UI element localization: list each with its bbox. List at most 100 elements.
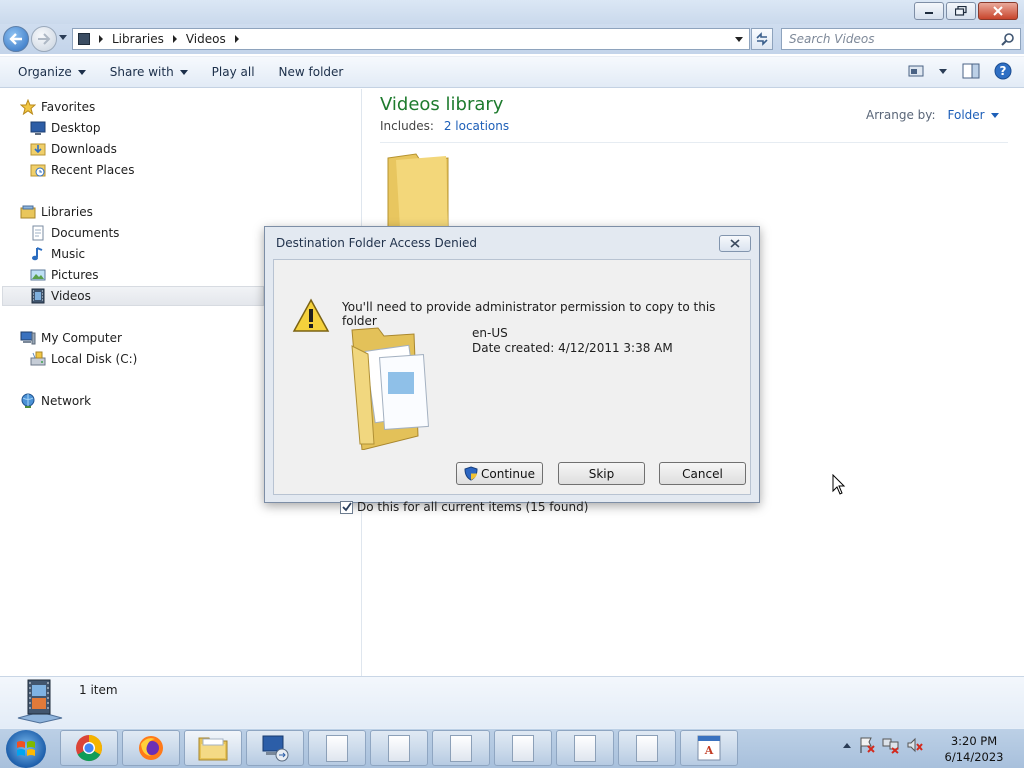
taskbar-firefox[interactable] — [122, 730, 180, 766]
nav-libraries[interactable]: Libraries — [20, 202, 93, 222]
libraries-icon — [20, 205, 36, 219]
share-with-menu[interactable]: Share with — [102, 65, 196, 79]
nav-libraries-label: Libraries — [41, 205, 93, 219]
svg-text:?: ? — [1000, 64, 1007, 78]
start-button[interactable] — [6, 730, 46, 768]
minimize-button[interactable] — [914, 2, 944, 20]
clock-time: 3:20 PM — [950, 734, 998, 748]
new-folder-button[interactable]: New folder — [271, 65, 352, 79]
back-button[interactable] — [3, 26, 29, 52]
close-window-button[interactable] — [978, 2, 1018, 20]
network-status-icon[interactable] — [882, 736, 900, 754]
organize-menu[interactable]: Organize — [10, 65, 94, 79]
continue-button[interactable]: Continue — [456, 462, 543, 485]
share-with-label: Share with — [109, 65, 174, 79]
nav-videos[interactable]: Videos — [2, 286, 264, 306]
library-title: Videos library — [380, 94, 504, 115]
forward-button[interactable] — [31, 26, 57, 52]
address-dropdown-icon[interactable] — [735, 37, 743, 42]
cancel-button[interactable]: Cancel — [659, 462, 746, 485]
taskbar-document-6[interactable] — [618, 730, 676, 766]
minimize-icon — [925, 12, 933, 14]
nav-favorites[interactable]: Favorites — [20, 97, 95, 117]
breadcrumb-separator-icon[interactable] — [99, 35, 103, 43]
nav-pictures-label: Pictures — [51, 268, 99, 282]
folder-documents-icon — [351, 327, 429, 450]
nav-documents[interactable]: Documents — [30, 223, 119, 243]
close-icon — [730, 239, 740, 248]
skip-button[interactable]: Skip — [558, 462, 645, 485]
action-center-flag-icon[interactable] — [858, 736, 876, 754]
new-folder-label: New folder — [278, 65, 344, 79]
access-denied-dialog: Destination Folder Access Denied You'll … — [264, 226, 760, 514]
show-hidden-icons-icon[interactable] — [842, 741, 852, 749]
taskbar-document-3[interactable] — [432, 730, 490, 766]
taskbar-network-app[interactable] — [246, 730, 304, 766]
nav-recent-places[interactable]: Recent Places — [30, 160, 134, 180]
folder-icon[interactable] — [386, 150, 476, 228]
chevron-down-icon — [990, 112, 999, 118]
nav-music[interactable]: Music — [30, 244, 85, 264]
taskbar-document-5[interactable] — [556, 730, 614, 766]
address-bar[interactable]: Libraries Videos — [72, 28, 750, 50]
cancel-label: Cancel — [682, 466, 723, 481]
view-options-dropdown-icon[interactable] — [938, 67, 948, 75]
nav-pictures[interactable]: Pictures — [30, 265, 99, 285]
breadcrumb-separator-icon[interactable] — [234, 35, 239, 43]
change-view-icon[interactable] — [908, 64, 924, 78]
firefox-icon — [139, 736, 163, 760]
dialog-body: You'll need to provide administrator per… — [273, 259, 751, 514]
breadcrumb-videos[interactable]: Videos — [186, 32, 226, 46]
restore-button[interactable] — [946, 2, 976, 20]
help-icon[interactable]: ? — [994, 62, 1012, 80]
play-all-button[interactable]: Play all — [204, 65, 263, 79]
computer-icon — [20, 331, 36, 345]
music-note-icon — [32, 247, 43, 261]
taskbar-document-4[interactable] — [494, 730, 552, 766]
star-icon — [20, 99, 36, 115]
nav-local-disk-label: Local Disk (C:) — [51, 352, 138, 366]
volume-muted-icon[interactable] — [906, 736, 924, 754]
video-library-large-icon — [17, 679, 63, 724]
nav-my-computer-label: My Computer — [41, 331, 122, 345]
details-pane — [0, 676, 1024, 728]
breadcrumb-libraries[interactable]: Libraries — [112, 32, 164, 46]
search-input[interactable]: Search Videos — [781, 28, 1021, 50]
taskbar-clock[interactable]: 3:20 PM 6/14/2023 — [938, 733, 1010, 765]
taskbar-chrome[interactable] — [60, 730, 118, 766]
nav-downloads[interactable]: Downloads — [30, 139, 117, 159]
dialog-close-button[interactable] — [719, 235, 751, 252]
nav-my-computer[interactable]: My Computer — [20, 328, 122, 348]
search-icon[interactable] — [1001, 32, 1015, 46]
dialog-title: Destination Folder Access Denied — [276, 236, 478, 250]
nav-network[interactable]: Network — [20, 391, 91, 411]
preview-pane-icon[interactable] — [962, 63, 980, 79]
taskbar-document-1[interactable] — [308, 730, 366, 766]
nav-local-disk[interactable]: Local Disk (C:) — [30, 349, 137, 369]
breadcrumb-separator-icon[interactable] — [172, 35, 177, 43]
system-tray — [842, 736, 924, 754]
recent-places-icon — [30, 164, 46, 177]
clock-date: 6/14/2023 — [944, 750, 1004, 764]
nav-desktop[interactable]: Desktop — [30, 118, 101, 138]
apply-to-all-checkbox[interactable] — [340, 500, 353, 514]
refresh-button[interactable] — [751, 28, 773, 50]
includes-locations-link[interactable]: 2 locations — [444, 119, 509, 133]
dialog-message: You'll need to provide administrator per… — [342, 300, 716, 328]
pictures-icon — [30, 269, 46, 281]
uac-shield-icon — [464, 466, 478, 481]
taskbar-document-2[interactable] — [370, 730, 428, 766]
downloads-folder-icon — [30, 143, 46, 156]
arrange-by-dropdown[interactable]: Folder — [948, 108, 999, 122]
desktop-icon — [30, 121, 46, 135]
file-date-created: Date created: 4/12/2011 3:38 AM — [472, 341, 673, 355]
recent-pages-dropdown-icon[interactable] — [59, 35, 67, 40]
apply-to-all-label[interactable]: Do this for all current items (15 found) — [357, 500, 588, 514]
wordpad-icon: A — [697, 735, 721, 761]
taskbar-explorer[interactable] — [184, 730, 242, 766]
includes-label: Includes: — [380, 119, 434, 133]
taskbar-wordpad[interactable]: A — [680, 730, 738, 766]
view-controls: ? — [908, 62, 1012, 80]
arrange-by-value: Folder — [947, 108, 985, 122]
video-library-icon — [78, 33, 90, 45]
